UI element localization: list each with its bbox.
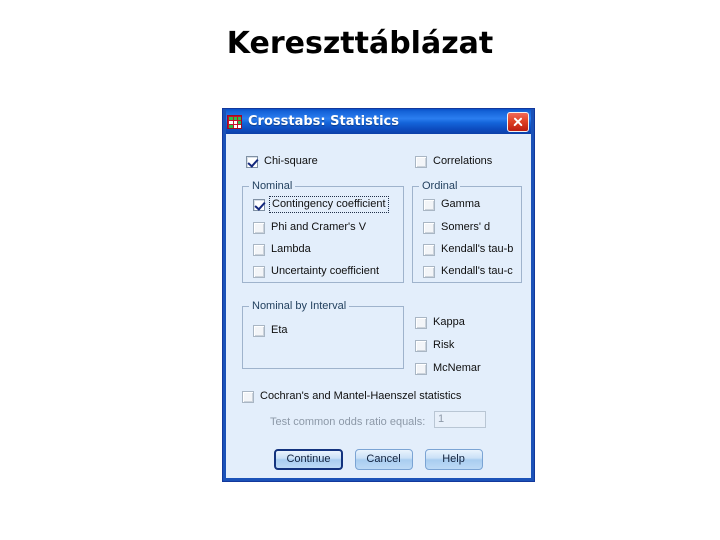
checkbox-phi-and-cramers-v[interactable]: Phi and Cramer's V — [253, 221, 366, 234]
checkbox-box — [415, 362, 427, 375]
checkbox-box — [423, 243, 435, 256]
checkbox-label: McNemar — [433, 362, 481, 374]
checkbox-box — [253, 243, 265, 256]
checkbox-box — [253, 265, 265, 278]
checkbox-label: Kappa — [433, 316, 465, 328]
checkbox-label: Gamma — [441, 198, 481, 210]
group-ordinal-title: Ordinal — [419, 180, 461, 192]
group-nominal-title: Nominal — [249, 180, 296, 192]
dialog-title: Crosstabs: Statistics — [248, 114, 399, 129]
checkbox-label: Lambda — [271, 243, 311, 255]
checkbox-label: Eta — [271, 324, 288, 336]
crosstabs-table-icon — [227, 114, 242, 129]
checkbox-lambda[interactable]: Lambda — [253, 243, 311, 256]
continue-button[interactable]: Continue — [274, 449, 343, 470]
checkbox-box — [242, 390, 254, 403]
checkbox-risk[interactable]: Risk — [415, 339, 454, 352]
group-nominal-by-interval-title: Nominal by Interval — [249, 300, 350, 312]
checkbox-label: Phi and Cramer's V — [271, 221, 367, 233]
odds-ratio-input[interactable]: 1 — [434, 411, 486, 428]
group-nominal: Nominal Contingency coefficient Phi and … — [242, 180, 404, 283]
close-icon[interactable] — [507, 111, 529, 132]
checkbox-label: Uncertainty coefficient — [271, 265, 380, 277]
checkbox-chi-square[interactable]: Chi-square — [246, 155, 318, 168]
checkbox-label: Risk — [433, 339, 455, 351]
checkbox-label: Cochran's and Mantel-Haenszel statistics — [260, 390, 462, 402]
checkbox-box — [246, 155, 258, 168]
dialog-titlebar[interactable]: Crosstabs: Statistics — [223, 109, 534, 134]
checkbox-label: Kendall's tau-b — [441, 243, 514, 255]
checkbox-contingency-coefficient[interactable]: Contingency coefficient — [253, 196, 389, 213]
dialog-body: Chi-square Correlations Nominal Continge… — [226, 134, 531, 478]
crosstabs-statistics-dialog: Crosstabs: Statistics Chi-square Correla… — [222, 108, 535, 482]
checkbox-mcnemar[interactable]: McNemar — [415, 362, 481, 375]
checkbox-gamma[interactable]: Gamma — [423, 198, 480, 211]
checkbox-box — [415, 339, 427, 352]
help-button[interactable]: Help — [424, 449, 483, 470]
checkbox-correlations[interactable]: Correlations — [415, 155, 492, 168]
checkbox-label: Kendall's tau-c — [441, 265, 513, 277]
checkbox-somers-d[interactable]: Somers' d — [423, 221, 490, 234]
checkbox-box — [253, 324, 265, 337]
cancel-button[interactable]: Cancel — [354, 449, 413, 470]
checkbox-eta[interactable]: Eta — [253, 324, 288, 337]
odds-ratio-label: Test common odds ratio equals: — [270, 416, 426, 428]
group-nominal-by-interval: Nominal by Interval Eta — [242, 300, 404, 369]
checkbox-kendalls-tau-c[interactable]: Kendall's tau-c — [423, 265, 513, 278]
checkbox-box — [253, 198, 265, 211]
checkbox-box — [423, 265, 435, 278]
checkbox-box — [423, 198, 435, 211]
checkbox-uncertainty-coefficient[interactable]: Uncertainty coefficient — [253, 265, 379, 278]
checkbox-kendalls-tau-b[interactable]: Kendall's tau-b — [423, 243, 513, 256]
page-title: Kereszttáblázat — [226, 26, 494, 61]
group-ordinal: Ordinal Gamma Somers' d Kendall's tau-b … — [412, 180, 522, 283]
checkbox-box — [415, 155, 427, 168]
checkbox-box — [415, 316, 427, 329]
checkbox-label: Somers' d — [441, 221, 491, 233]
dialog-button-bar: Continue Cancel Help — [226, 449, 531, 470]
checkbox-box — [423, 221, 435, 234]
checkbox-box — [253, 221, 265, 234]
checkbox-kappa[interactable]: Kappa — [415, 316, 465, 329]
checkbox-label: Contingency coefficient — [269, 196, 389, 213]
checkbox-label: Chi-square — [264, 155, 318, 167]
checkbox-label: Correlations — [433, 155, 493, 167]
checkbox-cochran-mantel-haenszel[interactable]: Cochran's and Mantel-Haenszel statistics — [242, 390, 461, 403]
